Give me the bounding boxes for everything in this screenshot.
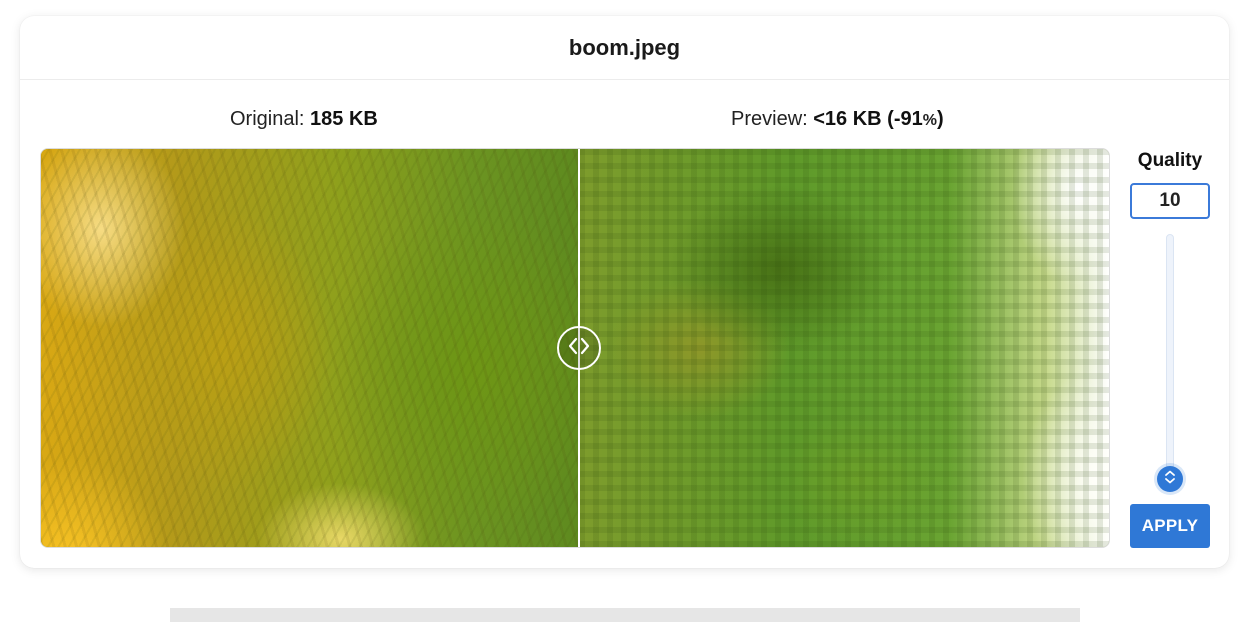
original-size-value: 185 KB — [310, 108, 378, 130]
preview-size-value: <16 KB (-91 — [813, 108, 923, 130]
card-header: boom.jpeg — [20, 16, 1229, 80]
quality-input[interactable] — [1130, 183, 1210, 219]
file-name: boom.jpeg — [568, 34, 681, 60]
original-image — [41, 149, 579, 547]
preview-percent-sign: % — [922, 112, 937, 129]
quality-panel: Quality APPLY — [1130, 148, 1210, 548]
bottom-bar — [170, 608, 1080, 622]
image-compare-view[interactable] — [40, 148, 1110, 548]
chevron-left-right-icon — [566, 335, 592, 362]
chevron-up-down-icon — [1163, 469, 1177, 490]
compression-card: boom.jpeg Original: 185 KB Preview: <16 … — [20, 16, 1229, 568]
preview-size-label: Preview: <16 KB (-91%) — [731, 108, 944, 131]
original-size-caption: Original: — [230, 108, 311, 130]
preview-close-paren: ) — [936, 108, 944, 130]
quality-label: Quality — [1137, 150, 1203, 171]
quality-slider-track[interactable] — [1166, 234, 1174, 478]
apply-button[interactable]: APPLY — [1130, 504, 1210, 548]
size-labels: Original: 185 KB Preview: <16 KB (-91%) — [40, 108, 1110, 134]
preview-image — [579, 149, 1109, 547]
quality-slider-thumb[interactable] — [1157, 466, 1183, 492]
compare-divider-handle[interactable] — [557, 326, 601, 370]
original-size-label: Original: 185 KB — [230, 108, 378, 131]
preview-size-caption: Preview: — [731, 108, 814, 130]
